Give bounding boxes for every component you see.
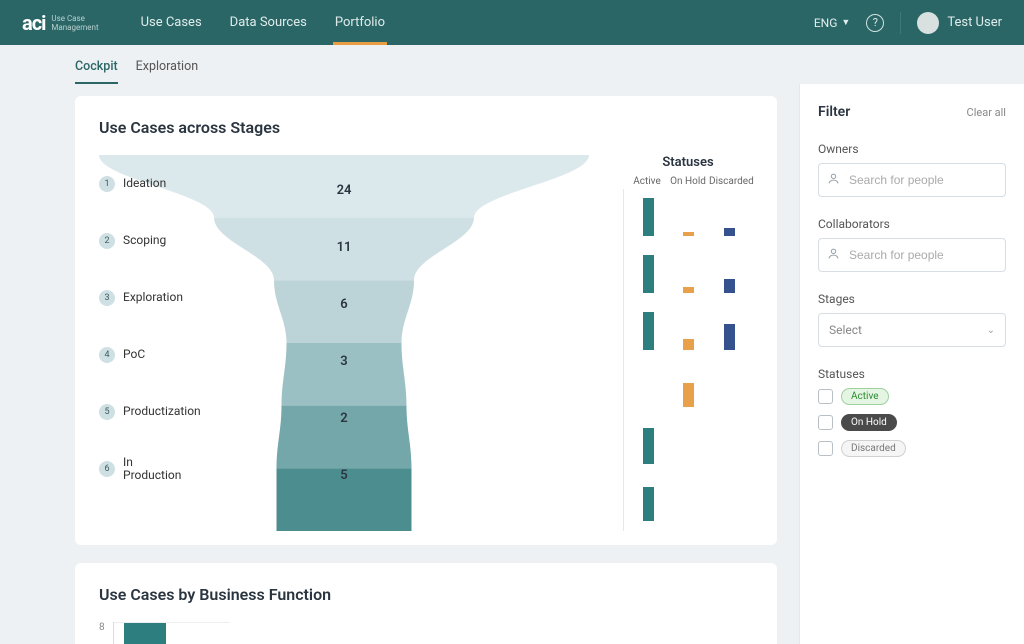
card-business-function: Use Cases by Business Function 8 6 (75, 563, 777, 644)
stage-label: Ideation (123, 177, 166, 190)
status-row (623, 417, 753, 474)
stage-value: 11 (337, 240, 352, 255)
stage-label: InProduction (123, 456, 181, 482)
sub-tabs: Cockpit Exploration (0, 45, 1024, 84)
owners-search-input[interactable] (818, 163, 1006, 197)
stage-badge: 6 (99, 461, 115, 477)
tab-cockpit[interactable]: Cockpit (75, 55, 118, 84)
card-stages-title: Use Cases across Stages (99, 118, 753, 137)
status-bar (683, 339, 694, 350)
clear-all-button[interactable]: Clear all (967, 106, 1006, 119)
stages-select[interactable]: Select ⌄ (818, 313, 1006, 347)
filter-title: Filter (818, 104, 850, 120)
status-row (623, 189, 753, 246)
stages-label: Stages (818, 292, 1006, 306)
status-row (623, 474, 753, 531)
stage-label: PoC (123, 348, 145, 361)
nav-data-sources[interactable]: Data Sources (216, 0, 321, 45)
user-menu[interactable]: Test User (917, 12, 1002, 34)
avatar (917, 12, 939, 34)
stage-row: 5 Productization 2 (99, 383, 589, 440)
filter-panel: Filter Clear all Owners Collaborators S (799, 84, 1024, 644)
status-bar (643, 312, 654, 350)
status-label-hold: On Hold (668, 176, 708, 187)
divider (900, 12, 901, 34)
status-row (623, 360, 753, 417)
status-pill-hold: On Hold (841, 414, 897, 431)
status-row (623, 303, 753, 360)
collaborators-search-input[interactable] (818, 238, 1006, 272)
status-pill-discarded: Discarded (841, 440, 906, 457)
collaborators-label: Collaborators (818, 217, 1006, 231)
stage-value: 5 (340, 468, 347, 483)
card-stages: Use Cases across Stages 1 Ideation 242 S… (75, 96, 777, 545)
status-bar (683, 383, 694, 407)
stage-value: 24 (337, 183, 352, 198)
status-bar (724, 228, 735, 236)
chevron-down-icon: ▼ (841, 17, 850, 28)
stage-badge: 2 (99, 233, 115, 249)
user-name: Test User (947, 15, 1002, 30)
status-row (623, 246, 753, 303)
person-icon (827, 172, 840, 188)
language-switcher[interactable]: ENG ▼ (814, 16, 850, 30)
logo: aci Use Case Management (22, 11, 99, 35)
stage-badge: 4 (99, 347, 115, 363)
stage-badge: 1 (99, 176, 115, 192)
topbar: aci Use Case Management Use Cases Data S… (0, 0, 1024, 45)
bf-bar (124, 622, 166, 644)
stage-row: 1 Ideation 24 (99, 155, 589, 212)
chevron-down-icon: ⌄ (987, 325, 995, 336)
owners-label: Owners (818, 142, 1006, 156)
bf-chart: 8 6 (99, 622, 753, 644)
checkbox-hold[interactable] (818, 415, 833, 430)
status-bar (683, 287, 694, 293)
status-bar (643, 428, 654, 464)
status-bar (643, 487, 654, 521)
help-icon[interactable]: ? (866, 14, 884, 32)
status-label-discarded: Discarded (709, 176, 749, 187)
status-bar (643, 255, 654, 293)
stage-row: 3 Exploration 6 (99, 269, 589, 326)
stage-badge: 3 (99, 290, 115, 306)
stage-badge: 5 (99, 404, 115, 420)
stage-row: 4 PoC 3 (99, 326, 589, 383)
nav-use-cases[interactable]: Use Cases (127, 0, 216, 45)
checkbox-discarded[interactable] (818, 441, 833, 456)
stage-value: 6 (340, 297, 347, 312)
status-bar (724, 279, 735, 293)
status-label-active: Active (627, 176, 667, 187)
stage-row: 2 Scoping 11 (99, 212, 589, 269)
nav-portfolio[interactable]: Portfolio (321, 0, 399, 45)
status-bar (643, 198, 654, 236)
stage-value: 3 (340, 354, 347, 369)
status-bar (724, 324, 735, 350)
status-bar (683, 232, 694, 236)
status-bars: Statuses Active On Hold Discarded (623, 155, 753, 531)
checkbox-active[interactable] (818, 389, 833, 404)
main-content: Use Cases across Stages 1 Ideation 242 S… (0, 84, 799, 644)
statuses-label: Statuses (818, 367, 1006, 381)
tab-exploration[interactable]: Exploration (136, 55, 198, 84)
person-icon (827, 247, 840, 263)
stage-value: 2 (340, 411, 347, 426)
stage-label: Productization (123, 405, 201, 418)
stage-label: Scoping (123, 234, 166, 247)
funnel-chart: 1 Ideation 242 Scoping 113 Exploration 6… (99, 155, 589, 531)
stage-label: Exploration (123, 291, 183, 304)
status-pill-active: Active (841, 388, 889, 405)
logo-mark: aci (22, 11, 45, 35)
card-bf-title: Use Cases by Business Function (99, 585, 753, 604)
stage-row: 6 InProduction 5 (99, 440, 589, 497)
